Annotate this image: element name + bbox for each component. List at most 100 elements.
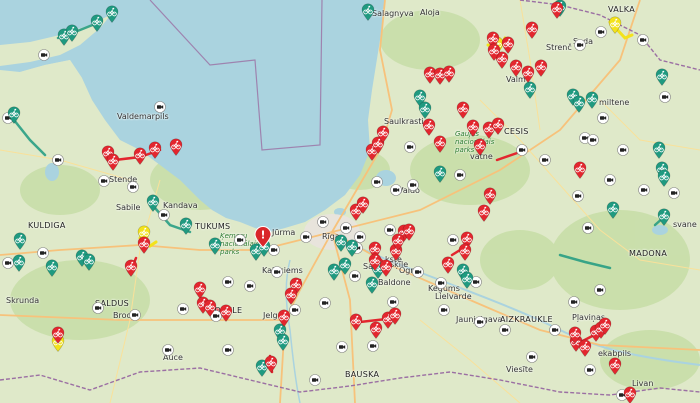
cyclist-icon[interactable] <box>356 196 370 214</box>
camera-icon[interactable] <box>659 91 671 103</box>
camera-icon[interactable] <box>438 304 450 316</box>
camera-icon[interactable] <box>549 324 561 336</box>
camera-icon[interactable] <box>526 351 538 363</box>
cyclist-icon[interactable] <box>442 65 456 83</box>
cyclist-icon[interactable] <box>460 271 474 289</box>
camera-icon[interactable] <box>404 141 416 153</box>
camera-icon[interactable] <box>587 134 599 146</box>
cyclist-icon[interactable] <box>345 239 359 257</box>
cyclist-icon[interactable] <box>169 138 183 156</box>
cyclist-icon[interactable] <box>523 81 537 99</box>
cyclist-icon[interactable] <box>573 161 587 179</box>
cyclist-icon[interactable] <box>433 135 447 153</box>
camera-icon[interactable] <box>371 176 383 188</box>
camera-icon[interactable] <box>474 316 486 328</box>
cyclist-icon[interactable] <box>90 14 104 32</box>
cyclist-icon[interactable] <box>652 141 666 159</box>
camera-icon[interactable] <box>52 154 64 166</box>
cyclist-icon[interactable] <box>65 24 79 42</box>
cyclist-icon[interactable] <box>219 304 233 322</box>
camera-icon[interactable] <box>568 296 580 308</box>
cyclist-icon[interactable] <box>45 259 59 277</box>
camera-icon[interactable] <box>98 175 110 187</box>
camera-icon[interactable] <box>129 309 141 321</box>
cyclist-icon[interactable] <box>365 276 379 294</box>
cyclist-icon[interactable] <box>276 333 290 351</box>
camera-icon[interactable] <box>154 101 166 113</box>
camera-icon[interactable] <box>317 216 329 228</box>
camera-icon[interactable] <box>572 190 584 202</box>
cyclist-icon[interactable] <box>105 5 119 23</box>
cyclist-icon[interactable] <box>657 208 671 226</box>
cyclist-icon[interactable] <box>458 243 472 261</box>
cyclist-icon[interactable] <box>361 3 375 21</box>
camera-icon[interactable] <box>319 297 331 309</box>
cyclist-icon[interactable] <box>477 204 491 222</box>
cyclist-icon[interactable] <box>441 256 455 274</box>
camera-icon[interactable] <box>177 303 189 315</box>
cyclist-icon[interactable] <box>456 101 470 119</box>
cyclist-icon[interactable] <box>338 257 352 275</box>
camera-icon[interactable] <box>516 144 528 156</box>
cyclist-icon[interactable] <box>483 187 497 205</box>
camera-icon[interactable] <box>584 364 596 376</box>
cyclist-icon[interactable] <box>133 147 147 165</box>
camera-icon[interactable] <box>574 39 586 51</box>
camera-icon[interactable] <box>162 344 174 356</box>
cyclist-icon[interactable] <box>655 68 669 86</box>
cyclist-icon[interactable] <box>487 43 501 61</box>
camera-icon[interactable] <box>222 344 234 356</box>
camera-icon[interactable] <box>244 280 256 292</box>
camera-icon[interactable] <box>412 266 424 278</box>
cyclist-icon[interactable] <box>606 201 620 219</box>
cyclist-icon[interactable] <box>203 299 217 317</box>
camera-icon[interactable] <box>539 154 551 166</box>
camera-icon[interactable] <box>340 222 352 234</box>
cyclist-icon[interactable] <box>264 355 278 373</box>
camera-icon[interactable] <box>92 302 104 314</box>
cyclist-icon[interactable] <box>388 307 402 325</box>
cyclist-icon[interactable] <box>7 106 21 124</box>
cyclist-icon[interactable] <box>106 153 120 171</box>
alert-icon[interactable]: ! <box>254 226 272 248</box>
camera-icon[interactable] <box>595 26 607 38</box>
map-canvas[interactable]: Salagnyva Aloja VALKA Strenč Seda Valdem… <box>0 0 700 403</box>
cyclist-icon[interactable] <box>501 36 515 54</box>
camera-icon[interactable] <box>638 184 650 196</box>
cyclist-icon[interactable] <box>525 21 539 39</box>
cyclist-icon[interactable] <box>572 95 586 113</box>
cyclist-icon[interactable] <box>657 169 671 187</box>
cyclist-icon[interactable] <box>418 101 432 119</box>
camera-icon[interactable] <box>407 179 419 191</box>
cyclist-icon[interactable] <box>466 119 480 137</box>
cyclist-icon[interactable] <box>379 259 393 277</box>
cyclist-icon[interactable] <box>284 287 298 305</box>
camera-icon[interactable] <box>127 181 139 193</box>
cyclist-icon[interactable] <box>148 141 162 159</box>
cyclist-icon[interactable] <box>179 217 193 235</box>
camera-icon[interactable] <box>222 276 234 288</box>
cyclist-icon[interactable] <box>277 309 291 327</box>
cyclist-icon[interactable] <box>124 259 138 277</box>
camera-icon[interactable] <box>336 341 348 353</box>
camera-icon[interactable] <box>617 144 629 156</box>
camera-icon[interactable] <box>367 340 379 352</box>
camera-icon[interactable] <box>300 231 312 243</box>
cyclist-icon[interactable] <box>608 357 622 375</box>
camera-icon[interactable] <box>435 277 447 289</box>
cyclist-icon[interactable] <box>376 125 390 143</box>
camera-icon[interactable] <box>594 284 606 296</box>
camera-icon[interactable] <box>582 222 594 234</box>
cyclist-icon[interactable] <box>568 326 582 344</box>
camera-icon[interactable] <box>37 247 49 259</box>
cyclist-icon[interactable] <box>433 165 447 183</box>
cyclist-icon[interactable] <box>585 91 599 109</box>
camera-icon[interactable] <box>499 324 511 336</box>
cyclist-icon[interactable] <box>82 253 96 271</box>
camera-icon[interactable] <box>390 184 402 196</box>
cyclist-icon[interactable] <box>13 232 27 250</box>
cyclist-icon[interactable] <box>550 1 564 19</box>
camera-icon[interactable] <box>234 234 246 246</box>
cyclist-icon[interactable] <box>521 65 535 83</box>
cyclist-icon[interactable] <box>491 117 505 135</box>
